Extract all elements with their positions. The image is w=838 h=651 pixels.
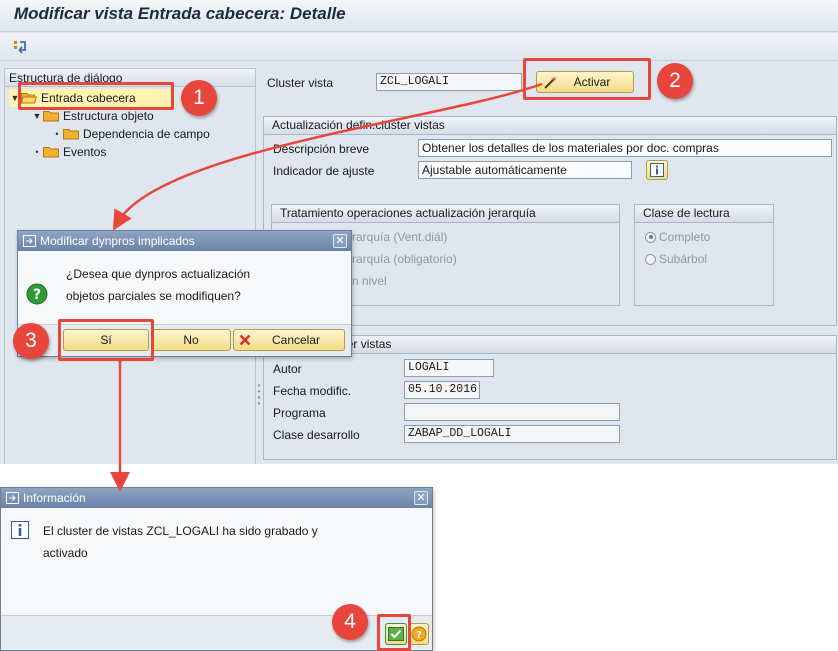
tree-item-label: Estructura objeto (63, 109, 154, 123)
author-label: Autor (273, 362, 302, 376)
read-complete-option[interactable]: Completo (645, 230, 710, 244)
panel-splitter[interactable]: • • • • (257, 382, 261, 408)
tree-bullet-icon: • (35, 147, 39, 157)
svg-text:?: ? (33, 287, 41, 303)
cancel-x-icon (239, 334, 251, 346)
confirm-question-line1: ¿Desea que dynpros actualización (66, 267, 251, 281)
tree-expand-icon[interactable]: ▼ (31, 107, 43, 125)
tree-item-label: Entrada cabecera (41, 91, 136, 105)
author-field[interactable]: LOGALI (404, 359, 494, 377)
tree-item-header-entry[interactable]: ▼ Entrada cabecera (9, 89, 175, 107)
activate-button[interactable]: Activar (536, 71, 634, 93)
dialog-window-icon (23, 235, 36, 247)
short-description-field[interactable]: Obtener los detalles de los materiales p… (418, 139, 832, 157)
close-icon[interactable]: ✕ (333, 234, 347, 248)
checkmark-icon (388, 627, 404, 641)
tree-bullet-icon: • (55, 129, 59, 139)
activate-button-label: Activar (573, 75, 611, 89)
hierarchy-option-mandatory: rarquía (obligatorio) (352, 252, 457, 266)
folder-icon (63, 128, 79, 140)
step-badge-1: 1 (181, 80, 217, 116)
read-complete-label: Completo (659, 230, 711, 244)
title-bar: Modificar vista Entrada cabecera: Detall… (0, 0, 838, 32)
cluster-definition-group-title: Actualización defin.cluster vistas (264, 117, 836, 135)
yes-button[interactable]: Sí (63, 329, 149, 351)
radio-unselected-icon (645, 253, 656, 265)
dialog-structure-header: Estructura de diálogo (5, 69, 255, 87)
cancel-button[interactable]: Cancelar (233, 329, 345, 351)
confirm-ok-button[interactable] (385, 623, 407, 645)
confirm-dialog-title: Modificar dynpros implicados (40, 234, 195, 248)
help-icon: ? (411, 626, 427, 642)
short-description-label: Descripción breve (273, 142, 370, 156)
info-button[interactable] (646, 160, 668, 180)
adjust-indicator-field[interactable]: Ajustable automáticamente (418, 161, 632, 179)
radio-selected-icon (645, 231, 656, 243)
toggle-display-change-icon[interactable] (12, 39, 28, 55)
tree-item-field-dependency[interactable]: • Dependencia de campo (51, 125, 210, 143)
tree-expand-icon[interactable]: ▼ (9, 89, 21, 107)
modified-date-field[interactable]: 05.10.2016 (404, 381, 480, 399)
folder-icon (43, 146, 59, 158)
info-icon (11, 521, 29, 539)
info-message-line1: El cluster de vistas ZCL_LOGALI ha sido … (43, 524, 318, 538)
info-icon (650, 163, 664, 177)
hierarchy-option-level: n nivel (352, 274, 387, 288)
yes-button-label: Sí (100, 333, 112, 347)
program-label: Programa (273, 406, 326, 420)
confirm-dialog-titlebar: Modificar dynpros implicados ✕ (18, 231, 351, 251)
question-icon: ? (26, 283, 48, 305)
no-button-label: No (183, 333, 199, 347)
info-dialog-titlebar: Información ✕ (1, 488, 432, 508)
tree-item-events[interactable]: • Eventos (31, 143, 106, 161)
application-toolbar (0, 33, 838, 61)
dialog-window-icon (6, 492, 19, 504)
modified-date-label: Fecha modific. (273, 384, 352, 398)
hierarchy-option-dialog: rarquía (Vent.diál) (352, 230, 448, 244)
tree-item-object-structure[interactable]: ▼ Estructura objeto (31, 107, 154, 125)
no-button[interactable]: No (151, 329, 231, 351)
read-subtree-option[interactable]: Subárbol (645, 252, 707, 266)
magic-wand-icon (544, 76, 557, 89)
dev-class-label: Clase desarrollo (273, 428, 360, 442)
confirm-question-line2: objetos parciales se modifiquen? (66, 289, 241, 303)
info-message-line2: activado (43, 546, 88, 560)
tree-item-label: Dependencia de campo (83, 127, 210, 141)
confirm-dialog: Modificar dynpros implicados ✕ ? ¿Desea … (17, 230, 352, 357)
step-badge-3: 3 (13, 323, 49, 359)
hierarchy-group-title: Tratamiento operaciones actualización je… (272, 205, 619, 223)
step-badge-2: 2 (657, 63, 693, 99)
cluster-view-label: Cluster vista (267, 76, 334, 90)
dev-class-field[interactable]: ZABAP_DD_LOGALI (404, 425, 620, 443)
folder-open-icon (21, 92, 37, 104)
read-class-group-title: Clase de lectura (635, 205, 773, 223)
step-badge-4: 4 (332, 604, 368, 640)
read-subtree-label: Subárbol (659, 252, 708, 266)
info-dialog: Información ✕ El cluster de vistas ZCL_L… (0, 487, 433, 651)
help-button[interactable]: ? (409, 623, 429, 645)
close-icon[interactable]: ✕ (414, 491, 428, 505)
adjust-indicator-label: Indicador de ajuste (273, 164, 375, 178)
tree-item-label: Eventos (63, 145, 107, 159)
folder-icon (43, 110, 59, 122)
window-title: Modificar vista Entrada cabecera: Detall… (14, 4, 346, 23)
info-dialog-title: Información (23, 491, 86, 505)
cancel-button-label: Cancelar (271, 333, 321, 347)
program-field[interactable] (404, 403, 620, 421)
cluster-view-field[interactable]: ZCL_LOGALI (376, 73, 522, 91)
svg-text:?: ? (416, 630, 422, 641)
